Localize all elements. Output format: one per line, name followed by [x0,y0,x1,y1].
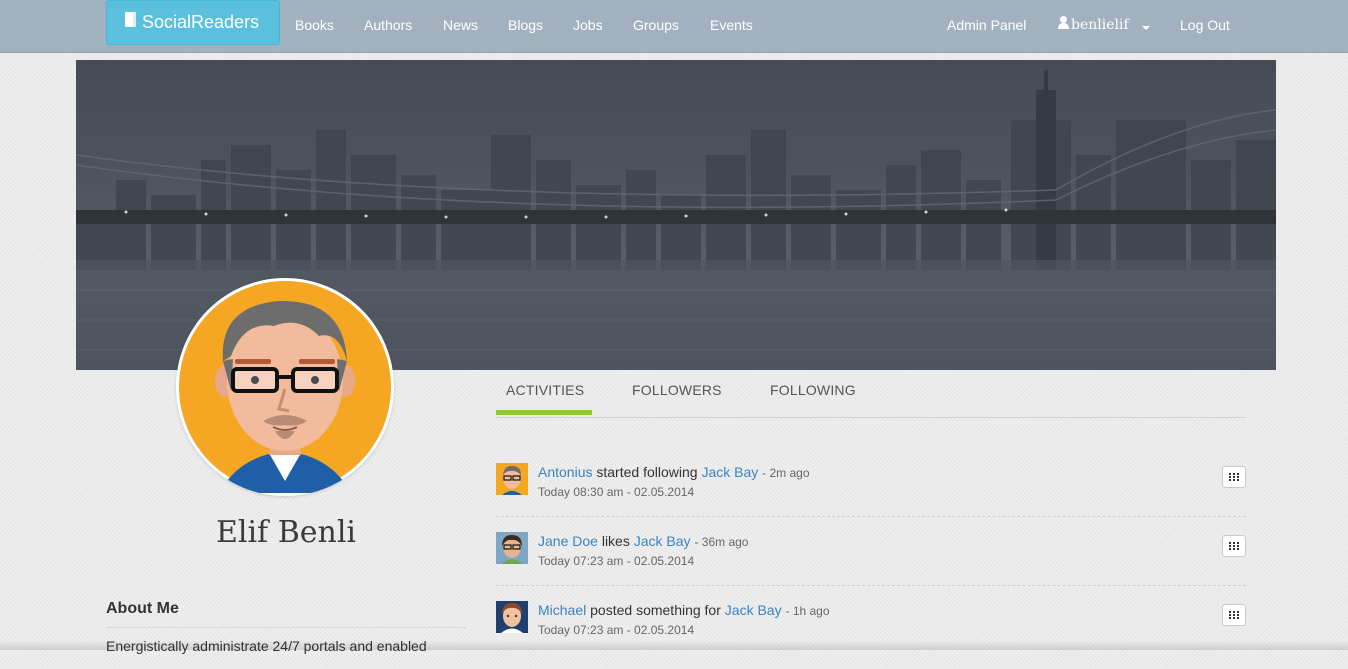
user-menu[interactable]: benlielif [1057,16,1129,33]
activity-divider [496,585,1246,586]
nav-admin-panel[interactable]: Admin Panel [947,17,1026,33]
profile-avatar[interactable] [176,278,394,496]
activity-item: Antonius started following Jack Bay - 2m… [496,463,1246,531]
activity-actor-link[interactable]: Antonius [538,464,592,480]
top-navbar: SocialReaders Books Authors News Blogs J… [0,0,1348,53]
activity-ago: - 2m ago [762,466,810,480]
nav-logout[interactable]: Log Out [1180,17,1230,33]
activity-target-link[interactable]: Jack Bay [725,602,782,618]
activity-action-button[interactable] [1222,535,1246,557]
grid-icon [1229,611,1239,619]
activity-item: Jane Doe likes Jack Bay - 36m ago Today … [496,532,1246,600]
book-icon [125,12,136,27]
nav-events[interactable]: Events [710,17,753,33]
activity-verb: started following [596,464,698,480]
activity-ago: - 36m ago [694,535,749,549]
caret-down-icon[interactable] [1142,26,1150,30]
activity-verb: posted something for [590,602,721,618]
nav-books[interactable]: Books [295,17,334,33]
brand-logo[interactable]: SocialReaders [106,0,280,45]
activity-timestamp: Today 08:30 am - 02.05.2014 [538,485,695,499]
avatar-illustration [179,281,391,493]
tabs-divider [496,417,1246,418]
activity-text: Jane Doe likes Jack Bay - 36m ago [538,533,748,549]
tab-followers[interactable]: FOLLOWERS [632,382,722,398]
activity-action-button[interactable] [1222,604,1246,626]
activity-actor-link[interactable]: Michael [538,602,586,618]
activity-target-link[interactable]: Jack Bay [701,464,758,480]
activity-timestamp: Today 07:23 am - 02.05.2014 [538,554,695,568]
tab-following[interactable]: FOLLOWING [770,382,856,398]
activity-item: Michael posted something for Jack Bay - … [496,601,1246,669]
activity-actor-link[interactable]: Jane Doe [538,533,598,549]
grid-icon [1229,542,1239,550]
activity-verb: likes [601,533,630,549]
nav-blogs[interactable]: Blogs [508,17,543,33]
nav-authors[interactable]: Authors [364,17,412,33]
avatar[interactable] [496,532,528,564]
activity-ago: - 1h ago [785,604,830,618]
tab-active-indicator [496,410,592,415]
bottom-shadow [0,640,1348,650]
avatar[interactable] [496,601,528,633]
about-divider [106,627,466,628]
nav-news[interactable]: News [443,17,478,33]
user-icon [1057,16,1070,30]
tab-activities[interactable]: ACTIVITIES [506,382,584,398]
grid-icon [1229,473,1239,481]
about-me-title: About Me [106,600,179,617]
brand-name: SocialReaders [142,12,260,32]
nav-jobs[interactable]: Jobs [573,17,603,33]
activity-target-link[interactable]: Jack Bay [634,533,691,549]
activity-text: Michael posted something for Jack Bay - … [538,602,830,618]
activity-action-button[interactable] [1222,466,1246,488]
profile-name: Elif Benli [215,515,357,550]
username: benlielif [1071,17,1129,33]
nav-groups[interactable]: Groups [633,17,679,33]
activity-timestamp: Today 07:23 am - 02.05.2014 [538,623,695,637]
activity-text: Antonius started following Jack Bay - 2m… [538,464,810,480]
avatar[interactable] [496,463,528,495]
activity-divider [496,516,1246,517]
